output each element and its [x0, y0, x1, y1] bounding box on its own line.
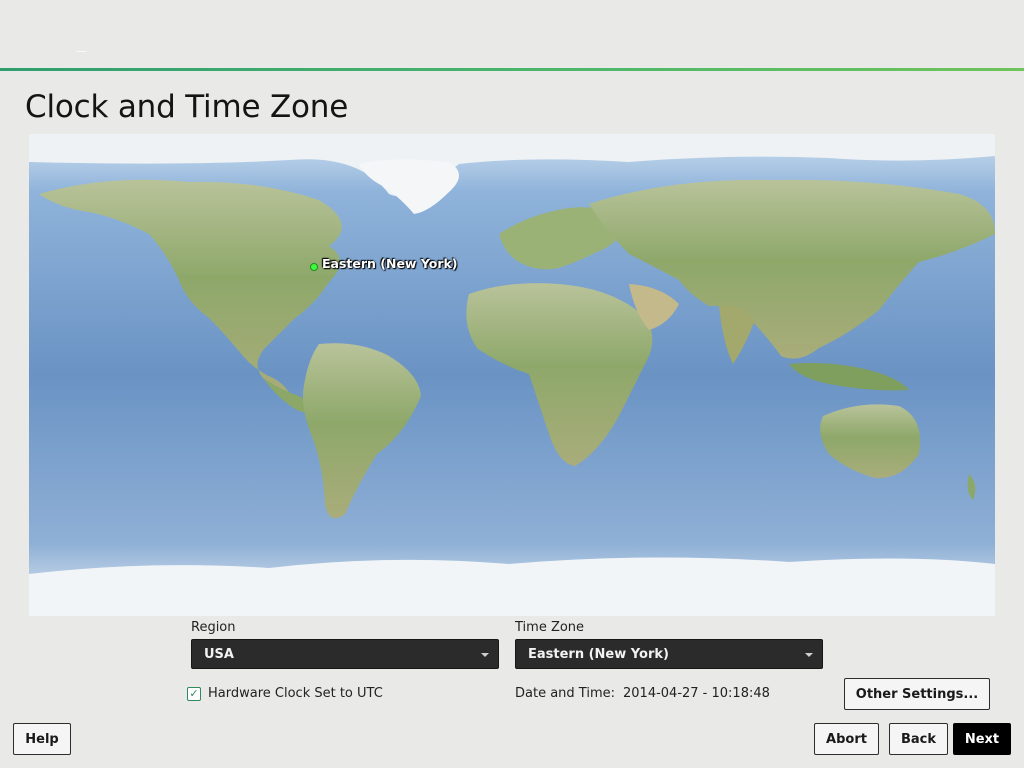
other-settings-button[interactable]: Other Settings...	[844, 678, 990, 710]
help-button[interactable]: Help	[13, 723, 71, 755]
hardware-clock-utc[interactable]: ✓ Hardware Clock Set to UTC	[187, 686, 383, 701]
timezone-value: Eastern (New York)	[528, 647, 669, 662]
timezone-marker[interactable]	[310, 263, 318, 271]
next-button[interactable]: Next	[953, 723, 1011, 755]
date-time-value: 2014-04-27 - 10:18:48	[623, 686, 770, 701]
date-time-display: Date and Time: 2014-04-27 - 10:18:48	[515, 686, 770, 701]
top-bar-mark	[76, 51, 86, 52]
timezone-select[interactable]: Eastern (New York)	[515, 639, 823, 669]
timezone-map-label: Eastern (New York)	[322, 256, 458, 271]
region-select[interactable]: USA	[191, 639, 499, 669]
region-value: USA	[204, 647, 234, 662]
timezone-label: Time Zone	[515, 620, 585, 635]
page-title: Clock and Time Zone	[25, 89, 349, 125]
world-map[interactable]: Eastern (New York)	[29, 134, 995, 616]
chevron-down-icon	[805, 653, 813, 657]
hardware-clock-checkbox[interactable]: ✓	[187, 686, 201, 701]
hardware-clock-label: Hardware Clock Set to UTC	[208, 686, 383, 701]
date-time-label: Date and Time:	[515, 686, 615, 701]
back-button[interactable]: Back	[889, 723, 948, 755]
check-icon: ✓	[189, 687, 199, 700]
world-map-image	[29, 134, 995, 616]
region-label: Region	[191, 620, 236, 635]
abort-button[interactable]: Abort	[814, 723, 879, 755]
chevron-down-icon	[481, 653, 489, 657]
accent-line	[0, 68, 1024, 71]
top-bar	[0, 0, 1024, 68]
